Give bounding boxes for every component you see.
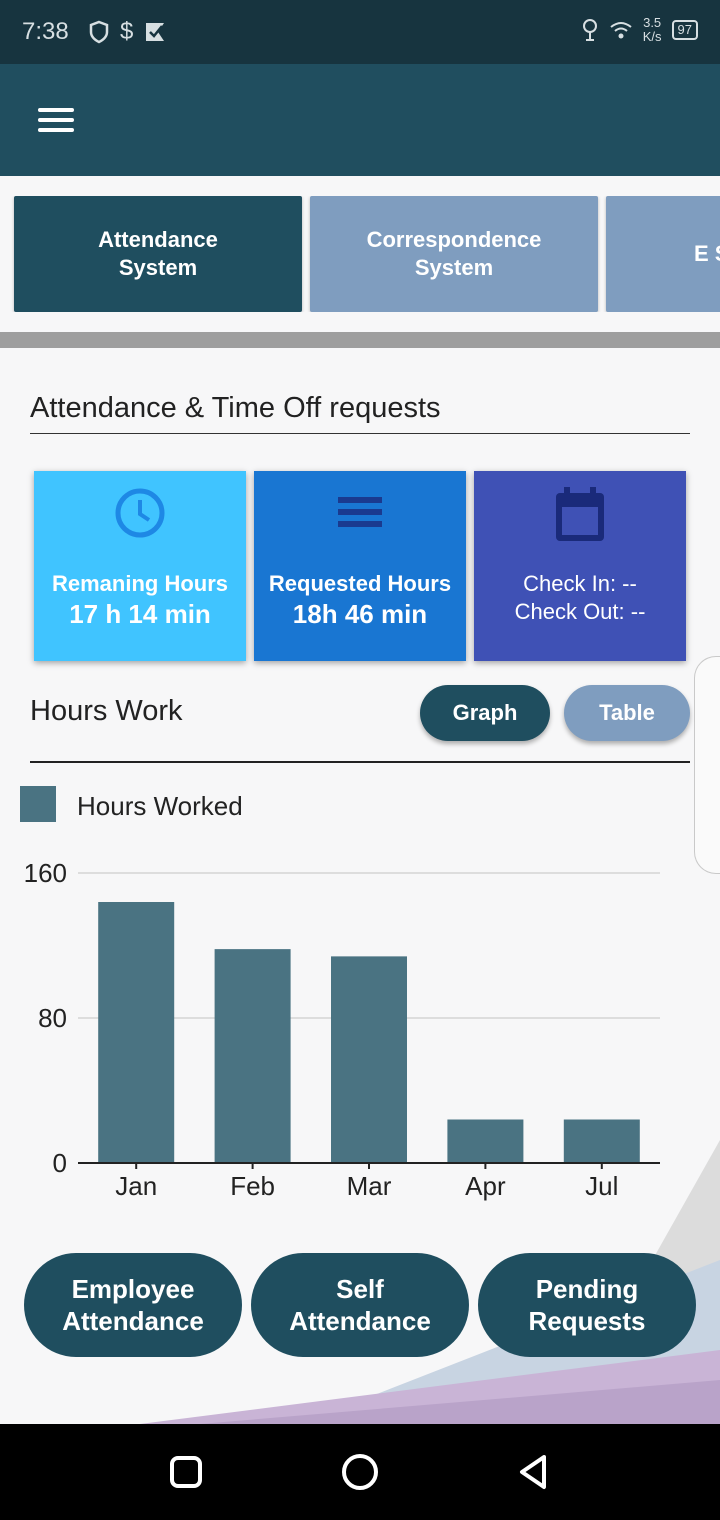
recents-square-icon[interactable] — [166, 1452, 206, 1492]
wifi-icon — [610, 22, 632, 39]
chart-bar-mar — [331, 956, 407, 1163]
section-underline — [30, 433, 690, 434]
tab-partial-third[interactable]: E Sel — [606, 196, 720, 312]
x-tick-label: Mar — [347, 1171, 392, 1201]
app-bar — [0, 64, 720, 176]
chart-bar-jul — [563, 1119, 640, 1163]
check-out-text: Check Out: -- — [514, 599, 646, 624]
check-in-out-card[interactable]: Check In: -- Check Out: -- — [474, 471, 686, 661]
system-nav-bar — [0, 1424, 720, 1520]
status-time: 7:38 — [22, 18, 69, 45]
y-tick-label: 0 — [53, 1148, 67, 1178]
y-tick-label: 160 — [24, 858, 67, 888]
x-tick-label: Feb — [230, 1171, 275, 1201]
status-bar: 7:38 $ 3.5 K/s 97 — [0, 0, 720, 64]
x-tick-label: Jul — [585, 1171, 618, 1201]
legend-swatch — [20, 786, 56, 822]
hours-work-title: Hours Work — [30, 695, 183, 727]
status-left-icons: $ — [88, 18, 167, 46]
pending-requests-button[interactable]: Pending Requests — [478, 1253, 696, 1357]
tab-attendance-system[interactable]: Attendance System — [14, 196, 302, 312]
requested-hours-card[interactable]: Requested Hours 18h 46 min — [254, 471, 466, 661]
back-triangle-icon[interactable] — [514, 1452, 554, 1492]
requested-hours-value: 18h 46 min — [292, 599, 428, 629]
y-tick-label: 80 — [38, 1003, 67, 1033]
calendar-icon — [556, 487, 604, 541]
hamburger-menu-icon[interactable] — [30, 100, 82, 140]
legend-label: Hours Worked — [77, 791, 243, 821]
remaining-hours-value: 17 h 14 min — [69, 599, 211, 629]
table-toggle-button[interactable]: Table — [564, 685, 690, 741]
dollar-icon: $ — [120, 18, 134, 45]
chart-bar-feb — [214, 949, 291, 1163]
hours-worked-bar-chart: 0 80 160 Jan Feb Mar Apr Jul — [24, 858, 660, 1201]
home-circle-icon[interactable] — [340, 1452, 380, 1492]
module-tabs: Attendance System Correspondence System … — [0, 196, 720, 312]
chart-bar-apr — [447, 1119, 524, 1163]
status-right-icons: 3.5 K/s 97 — [581, 16, 698, 44]
hours-work-underline — [30, 761, 690, 763]
x-tick-label: Jan — [115, 1171, 157, 1201]
employee-attendance-button[interactable]: Employee Attendance — [24, 1253, 242, 1357]
graph-toggle-button[interactable]: Graph — [420, 685, 550, 741]
tab-correspondence-system[interactable]: Correspondence System — [310, 196, 598, 312]
check-in-text: Check In: -- — [523, 571, 637, 596]
network-speed: 3.5 K/s — [642, 15, 662, 44]
requested-hours-label: Requested Hours — [268, 571, 452, 596]
remaining-hours-card[interactable]: Remaning Hours 17 h 14 min — [34, 471, 246, 661]
tabs-divider — [0, 332, 720, 348]
remaining-hours-label: Remaning Hours — [51, 571, 229, 596]
side-drawer-handle[interactable] — [694, 656, 720, 874]
check-flag-icon — [146, 23, 165, 41]
location-icon — [582, 19, 597, 41]
battery-indicator: 97 — [671, 20, 698, 40]
chart-bar-jan — [98, 902, 175, 1163]
clock-icon — [115, 488, 165, 538]
shield-icon — [89, 20, 109, 44]
self-attendance-button[interactable]: Self Attendance — [251, 1253, 469, 1357]
section-title: Attendance & Time Off requests — [30, 392, 441, 424]
list-icon — [338, 497, 382, 527]
x-tick-label: Apr — [465, 1171, 506, 1201]
